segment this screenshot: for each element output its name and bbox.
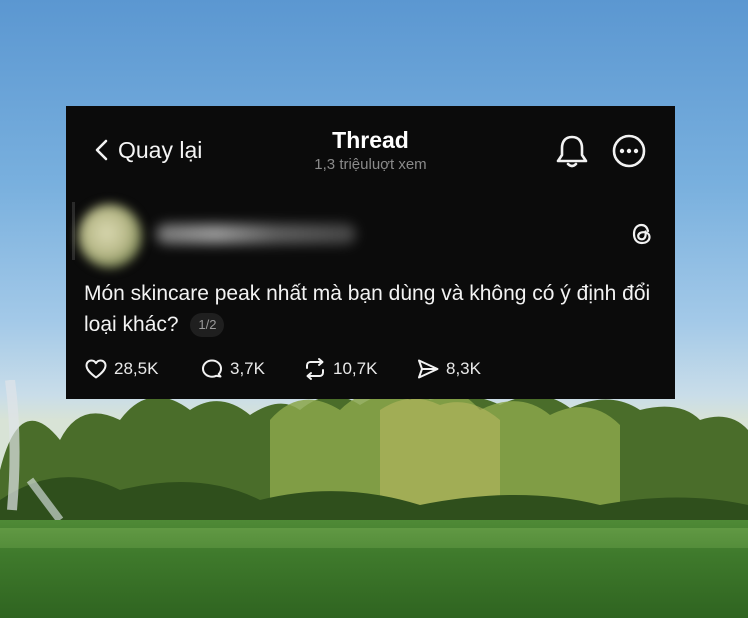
reply-button[interactable]: 3,7K (200, 354, 265, 384)
share-button[interactable]: 8,3K (416, 354, 481, 384)
post-text: Món skincare peak nhất mà bạn dùng và kh… (84, 282, 651, 336)
speech-bubble-icon (202, 359, 222, 378)
send-icon (418, 359, 439, 379)
reply-count: 3,7K (230, 359, 265, 378)
bell-icon[interactable] (555, 133, 589, 169)
share-count: 8,3K (446, 359, 481, 378)
fairway (0, 528, 748, 548)
repost-count: 10,7K (333, 359, 378, 378)
threads-logo-icon[interactable] (629, 221, 655, 247)
thread-header: Quay lại Thread 1,3 triệuluợt xem (66, 106, 675, 194)
page-indicator: 1/2 (190, 313, 225, 337)
thread-card: Quay lại Thread 1,3 triệuluợt xem Món sk… (66, 106, 675, 399)
heart-icon (85, 359, 107, 379)
action-bar: 28,5K 3,7K 10,7K 8,3K (84, 354, 644, 384)
like-count: 28,5K (114, 359, 159, 378)
more-circle-icon[interactable] (611, 133, 647, 169)
chevron-left-icon (95, 139, 108, 161)
repost-icon (306, 358, 324, 380)
like-button[interactable]: 28,5K (84, 354, 158, 384)
author-name-redacted[interactable] (156, 224, 356, 244)
avatar[interactable] (78, 204, 142, 268)
back-label: Quay lại (118, 136, 203, 163)
repost-button[interactable]: 10,7K (303, 354, 377, 384)
back-button[interactable]: Quay lại (94, 136, 202, 164)
reply-line (72, 202, 75, 260)
author-row (66, 196, 675, 271)
post-body: Món skincare peak nhất mà bạn dùng và kh… (84, 278, 654, 340)
